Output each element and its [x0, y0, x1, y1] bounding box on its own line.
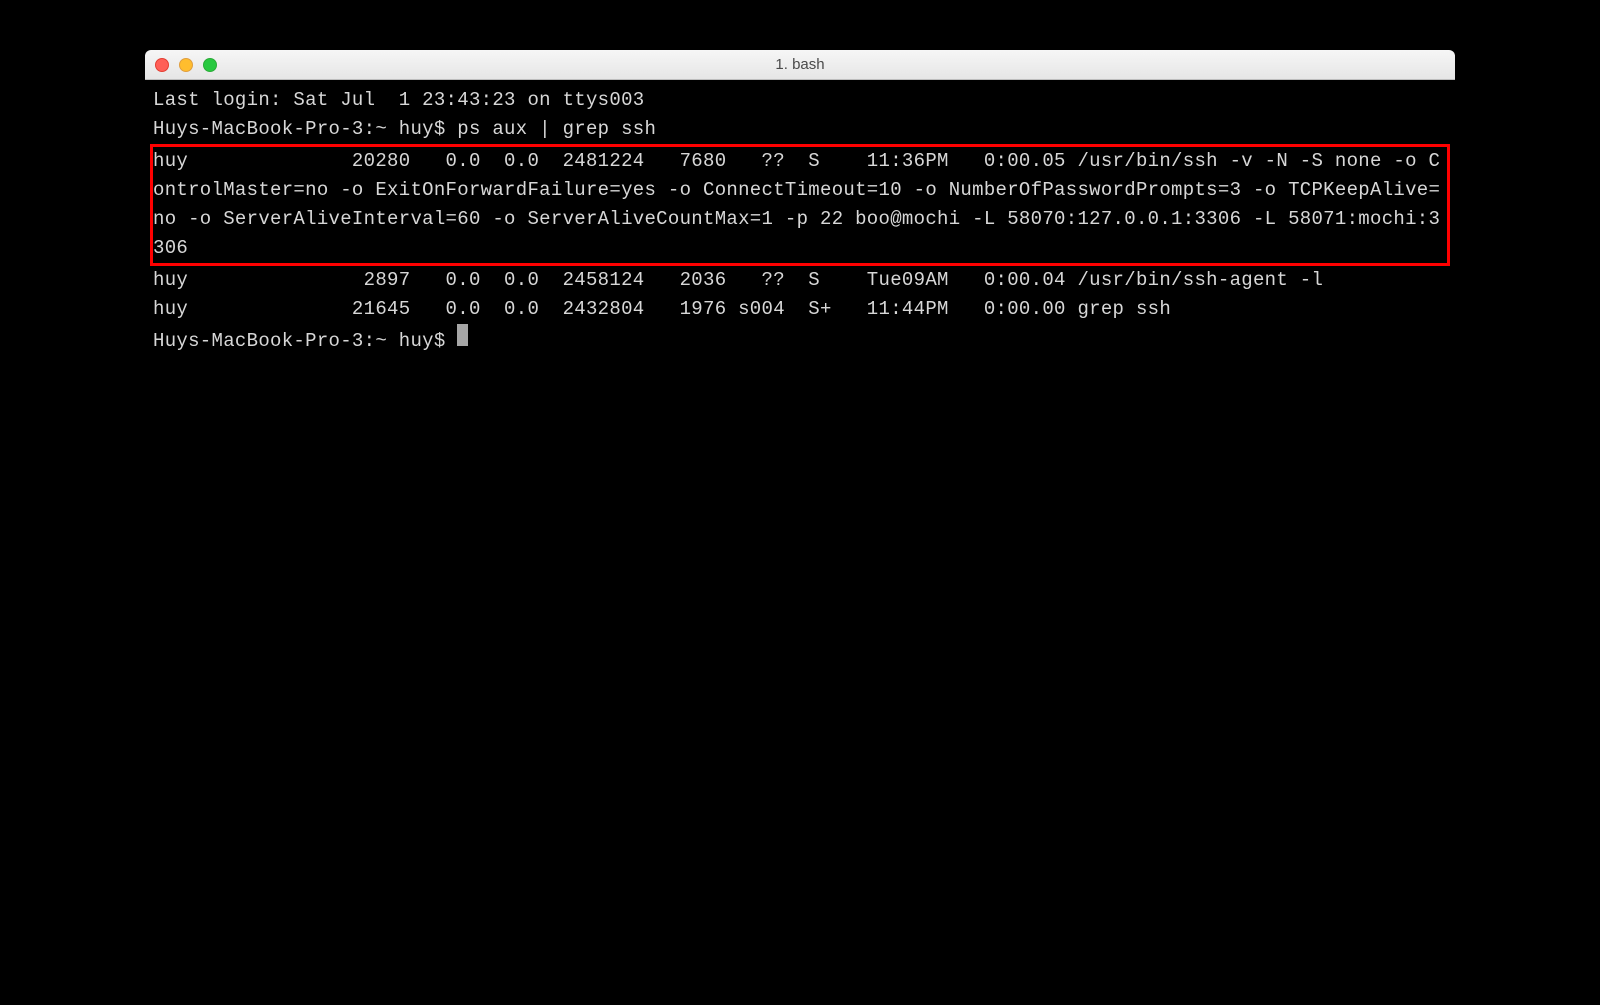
- minimize-icon[interactable]: [179, 58, 193, 72]
- terminal-output-ssh-agent: huy 2897 0.0 0.0 2458124 2036 ?? S Tue09…: [153, 266, 1447, 295]
- terminal-prompt-command: Huys-MacBook-Pro-3:~ huy$ ps aux | grep …: [153, 115, 1447, 144]
- title-bar[interactable]: 1. bash: [145, 50, 1455, 80]
- terminal-prompt-current[interactable]: Huys-MacBook-Pro-3:~ huy$: [153, 324, 1447, 356]
- traffic-lights: [155, 58, 217, 72]
- terminal-prompt-text: Huys-MacBook-Pro-3:~ huy$: [153, 327, 457, 356]
- terminal-output-grep: huy 21645 0.0 0.0 2432804 1976 s004 S+ 1…: [153, 295, 1447, 324]
- maximize-icon[interactable]: [203, 58, 217, 72]
- cursor-icon: [457, 324, 468, 346]
- close-icon[interactable]: [155, 58, 169, 72]
- terminal-output-ssh-process: huy 20280 0.0 0.0 2481224 7680 ?? S 11:3…: [153, 147, 1447, 263]
- window-title: 1. bash: [145, 56, 1455, 73]
- terminal-body[interactable]: Last login: Sat Jul 1 23:43:23 on ttys00…: [145, 80, 1455, 870]
- highlighted-annotation: huy 20280 0.0 0.0 2481224 7680 ?? S 11:3…: [150, 144, 1450, 266]
- terminal-output-login: Last login: Sat Jul 1 23:43:23 on ttys00…: [153, 86, 1447, 115]
- terminal-window: 1. bash Last login: Sat Jul 1 23:43:23 o…: [145, 50, 1455, 870]
